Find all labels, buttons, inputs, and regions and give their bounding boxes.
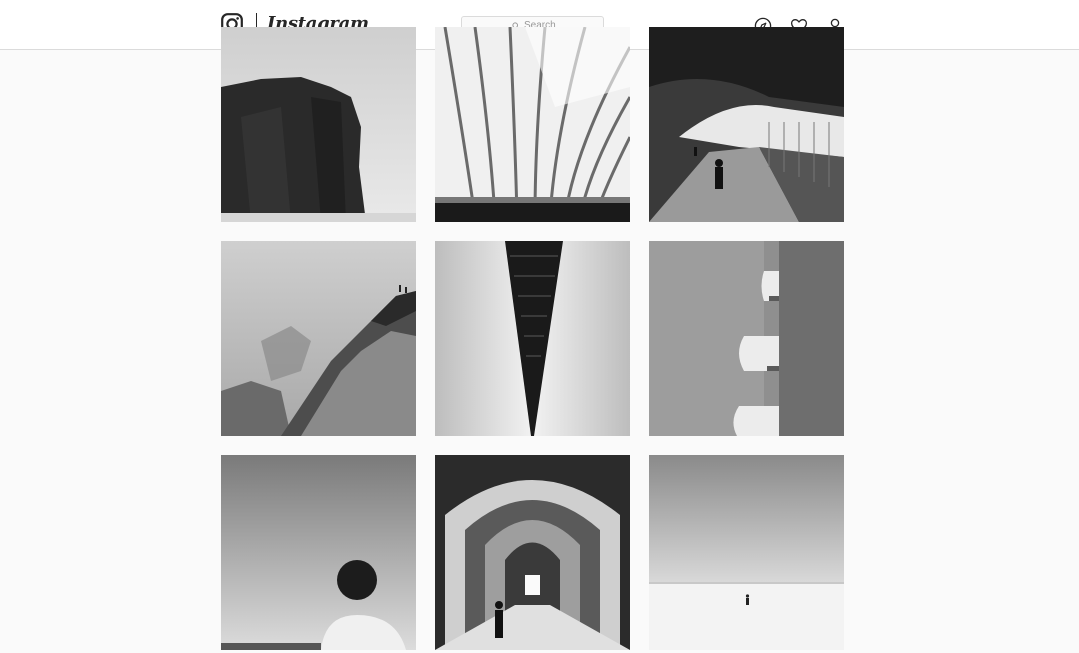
post-thumbnail-arched-corridor[interactable] [435, 455, 630, 650]
post-thumbnail-beach-figure[interactable] [649, 455, 844, 650]
post-thumbnail-tunnel-walkway[interactable] [649, 27, 844, 222]
post-thumbnail-rocky-coast[interactable] [221, 241, 416, 436]
post-thumbnail-curved-roof[interactable] [435, 27, 630, 222]
post-thumbnail-sea-cliff[interactable] [221, 27, 416, 222]
post-thumbnail-building-balconies[interactable] [649, 241, 844, 436]
post-thumbnail-bridge-underside[interactable] [435, 241, 630, 436]
post-thumbnail-man-silhouette[interactable] [221, 455, 416, 650]
